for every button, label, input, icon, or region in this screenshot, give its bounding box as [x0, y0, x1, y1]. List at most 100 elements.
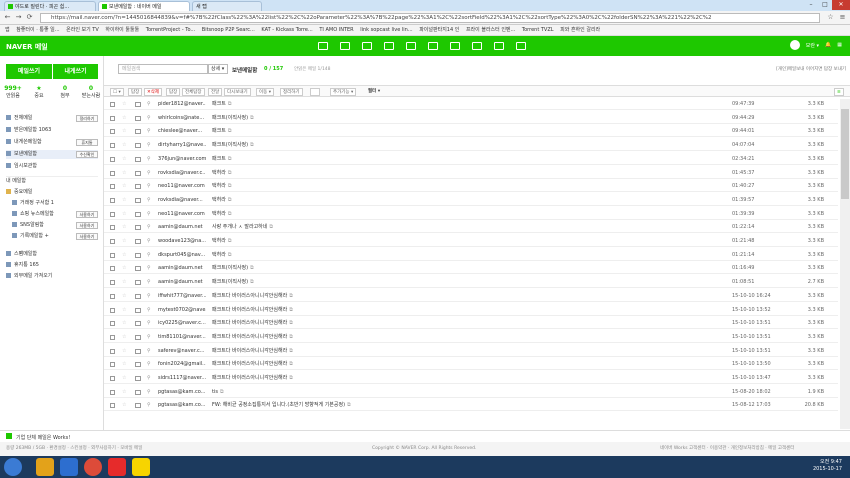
external-mail[interactable]: 외부메일 가져오기 — [6, 272, 52, 281]
scrollbar-thumb[interactable] — [841, 109, 849, 199]
subject[interactable]: tis ⧉ — [212, 387, 512, 398]
reload-icon[interactable]: ⟳ — [25, 13, 34, 22]
mail-row[interactable]: ☆ ⚲ iffwhit777@naver... 패크트다 바이러스아니니각안심해라 ⧉ 1… — [104, 291, 838, 302]
read-receipt-button[interactable]: 수신확인 — [76, 151, 98, 158]
sender[interactable]: rovksdia@naver... — [158, 195, 206, 206]
scrollbar[interactable] — [840, 99, 850, 429]
star-icon[interactable]: ☆ — [122, 99, 126, 110]
subject[interactable]: 패크트(이직사정) ⧉ — [212, 263, 512, 274]
sender[interactable]: mytest0702@nave... — [158, 305, 206, 316]
mail-row[interactable]: ☆ ⚲ icy0225@naver.c... 패크트다 바이러스아니니각안심해라 ⧉ 15… — [104, 318, 838, 330]
row-checkbox[interactable] — [110, 389, 115, 395]
preview-icon[interactable]: ⧉ — [289, 334, 293, 340]
mail-row[interactable]: ☆ ⚲ mytest0702@nave... 패크트다 바이러스아니니각안심해라 ⧉ 15… — [104, 305, 838, 316]
maximize-icon[interactable]: □ — [818, 0, 832, 10]
folder-inbox[interactable]: 받은메일함 1063 — [6, 126, 51, 135]
bookmark-item[interactable]: 파이널판타지14 인 — [419, 27, 459, 33]
note-icon[interactable] — [428, 42, 438, 50]
subject[interactable]: 패크트다 바이러스아니니각안심해라 ⧉ — [212, 305, 512, 316]
grid-icon[interactable] — [450, 42, 460, 50]
folder-spam[interactable]: 스팸메일함 — [6, 250, 37, 259]
star-icon[interactable]: ☆ — [122, 126, 126, 137]
sender[interactable]: dirtyharry1@nave... — [158, 140, 206, 151]
use-button[interactable]: 사용하기 — [76, 211, 98, 218]
settings-icon[interactable] — [472, 42, 482, 50]
subject[interactable]: 패크트 ⧉ — [212, 99, 512, 110]
row-checkbox[interactable] — [110, 225, 115, 231]
write-mail-button[interactable]: 메일쓰기 — [6, 64, 52, 79]
organize-button[interactable]: 정리하기 — [76, 115, 98, 122]
subject[interactable]: 패크트다 바이러스아니니각안심해라 ⧉ — [212, 346, 512, 357]
subject[interactable]: 패크트다 바이러스아니니각안심해라 ⧉ — [212, 359, 512, 370]
forward-button[interactable]: 전달 — [208, 88, 223, 96]
row-checkbox[interactable] — [110, 184, 115, 190]
preview-icon[interactable]: ⧉ — [289, 307, 293, 313]
folder-item[interactable]: SNS알림함 — [12, 221, 44, 230]
star-icon[interactable]: ☆ — [122, 400, 126, 411]
sender[interactable]: iffwhit777@naver... — [158, 291, 206, 302]
explorer-icon[interactable] — [36, 458, 54, 476]
mail-row[interactable]: ☆ ⚲ pgtasas@kam.co... tis ⧉ 15-08-20 18:02 1.9… — [104, 387, 838, 398]
star-icon[interactable]: ☆ — [122, 113, 126, 124]
star-icon[interactable]: ☆ — [122, 277, 126, 288]
row-checkbox[interactable] — [110, 280, 115, 286]
star-icon[interactable]: ☆ — [122, 181, 126, 192]
preview-icon[interactable]: ⧉ — [289, 375, 293, 381]
star-icon[interactable]: ☆ — [826, 13, 835, 22]
recipient-filter[interactable]: 0 받는사람 — [78, 85, 104, 99]
resend-button[interactable]: 다시보내기 — [224, 88, 251, 96]
star-icon[interactable]: ☆ — [122, 387, 126, 398]
bookmark-item[interactable]: 프라이 블라스터 인벤... — [466, 27, 515, 33]
subject[interactable]: 패크트다 바이러스아니니각안심해라 ⧉ — [212, 332, 512, 343]
sender[interactable]: fonin2024@gmail... — [158, 359, 206, 370]
folder-drafts[interactable]: 임시보관함 — [6, 162, 37, 171]
subject[interactable]: 택허라 ⧉ — [212, 250, 512, 261]
row-checkbox[interactable] — [110, 252, 115, 258]
mail-row[interactable]: ☆ ⚲ rovksdia@naver... 택허라 ⧉ 01:39:57 3.3 KB — [104, 195, 838, 206]
star-icon[interactable]: ☆ — [122, 291, 126, 302]
more-icon[interactable] — [516, 42, 526, 50]
subject[interactable]: 패크트(이직사정) ⧉ — [212, 277, 512, 288]
sender[interactable]: icy0225@naver.c... — [158, 318, 206, 329]
preview-icon[interactable]: ⧉ — [289, 320, 293, 326]
sender[interactable]: sidrs1117@naver... — [158, 373, 206, 384]
sender[interactable]: rovksdia@naver.c... — [158, 168, 206, 179]
sender[interactable]: chieslee@naver... — [158, 126, 206, 137]
my-folders-header[interactable]: 내 메일함 — [6, 176, 98, 185]
star-icon[interactable]: ☆ — [122, 168, 126, 179]
mail-row[interactable]: ☆ ⚲ dkspurt045@nav... 택허라 ⧉ 01:21:14 3.3 KB — [104, 250, 838, 261]
sender[interactable]: pider1812@naver... — [158, 99, 206, 110]
works-banner[interactable]: 기업 단체 메일은 Works! — [0, 430, 850, 442]
clock[interactable]: 오전 9:47 2015-10-17 — [813, 459, 842, 473]
user-menu[interactable]: 모란 ▾ — [806, 42, 819, 49]
bookmark-item[interactable]: TorrentProject - To... — [146, 27, 195, 33]
row-checkbox[interactable] — [110, 348, 115, 354]
row-checkbox[interactable] — [110, 334, 115, 340]
start-icon[interactable] — [4, 458, 22, 476]
folder-item[interactable]: 거래정 구서함 1 — [12, 199, 54, 208]
footer-links[interactable]: 용량 263MB / 5GB · 환경설정 · 스킨설정 · 외부사용하기 · … — [6, 442, 142, 456]
sender[interactable]: aamin@daum.net — [158, 277, 206, 288]
preview-icon[interactable]: ⧉ — [228, 211, 232, 217]
memo-icon[interactable] — [384, 42, 394, 50]
row-checkbox[interactable] — [110, 239, 115, 244]
tab-new[interactable]: 새 탭 — [192, 1, 262, 11]
back-icon[interactable]: ← — [3, 13, 12, 22]
subject[interactable]: 패크트(이직사정) ⧉ — [212, 140, 512, 151]
star-icon[interactable]: ☆ — [122, 305, 126, 316]
attachment-filter[interactable]: 0 첨부 — [52, 85, 78, 99]
star-icon[interactable]: ☆ — [122, 154, 126, 165]
preview-icon[interactable]: ⧉ — [228, 238, 232, 244]
footer-right-links[interactable]: 네이버 Works 고객센터 · 이용약관 · 개인정보처리방침 · 메일 고객… — [660, 442, 794, 456]
row-checkbox[interactable] — [110, 376, 115, 381]
storage-info[interactable]: [개인]메일보내 이어지면 답장 보내기 — [776, 66, 846, 72]
move-button[interactable]: 이동 ▾ — [256, 88, 274, 96]
star-icon[interactable]: ☆ — [122, 250, 126, 261]
row-checkbox[interactable] — [110, 211, 115, 217]
bookmark-item[interactable]: Torrent TVZL — [522, 27, 554, 33]
search-option-dropdown[interactable]: 상세 ▾ — [208, 64, 228, 74]
url-input[interactable]: https://mail.naver.com/?n=1445016844839&… — [40, 13, 820, 23]
preview-icon[interactable]: ⧉ — [289, 293, 293, 299]
sender[interactable]: whirlcoins@nate... — [158, 113, 206, 124]
sender[interactable]: pgtasas@kam.co... — [158, 387, 206, 398]
